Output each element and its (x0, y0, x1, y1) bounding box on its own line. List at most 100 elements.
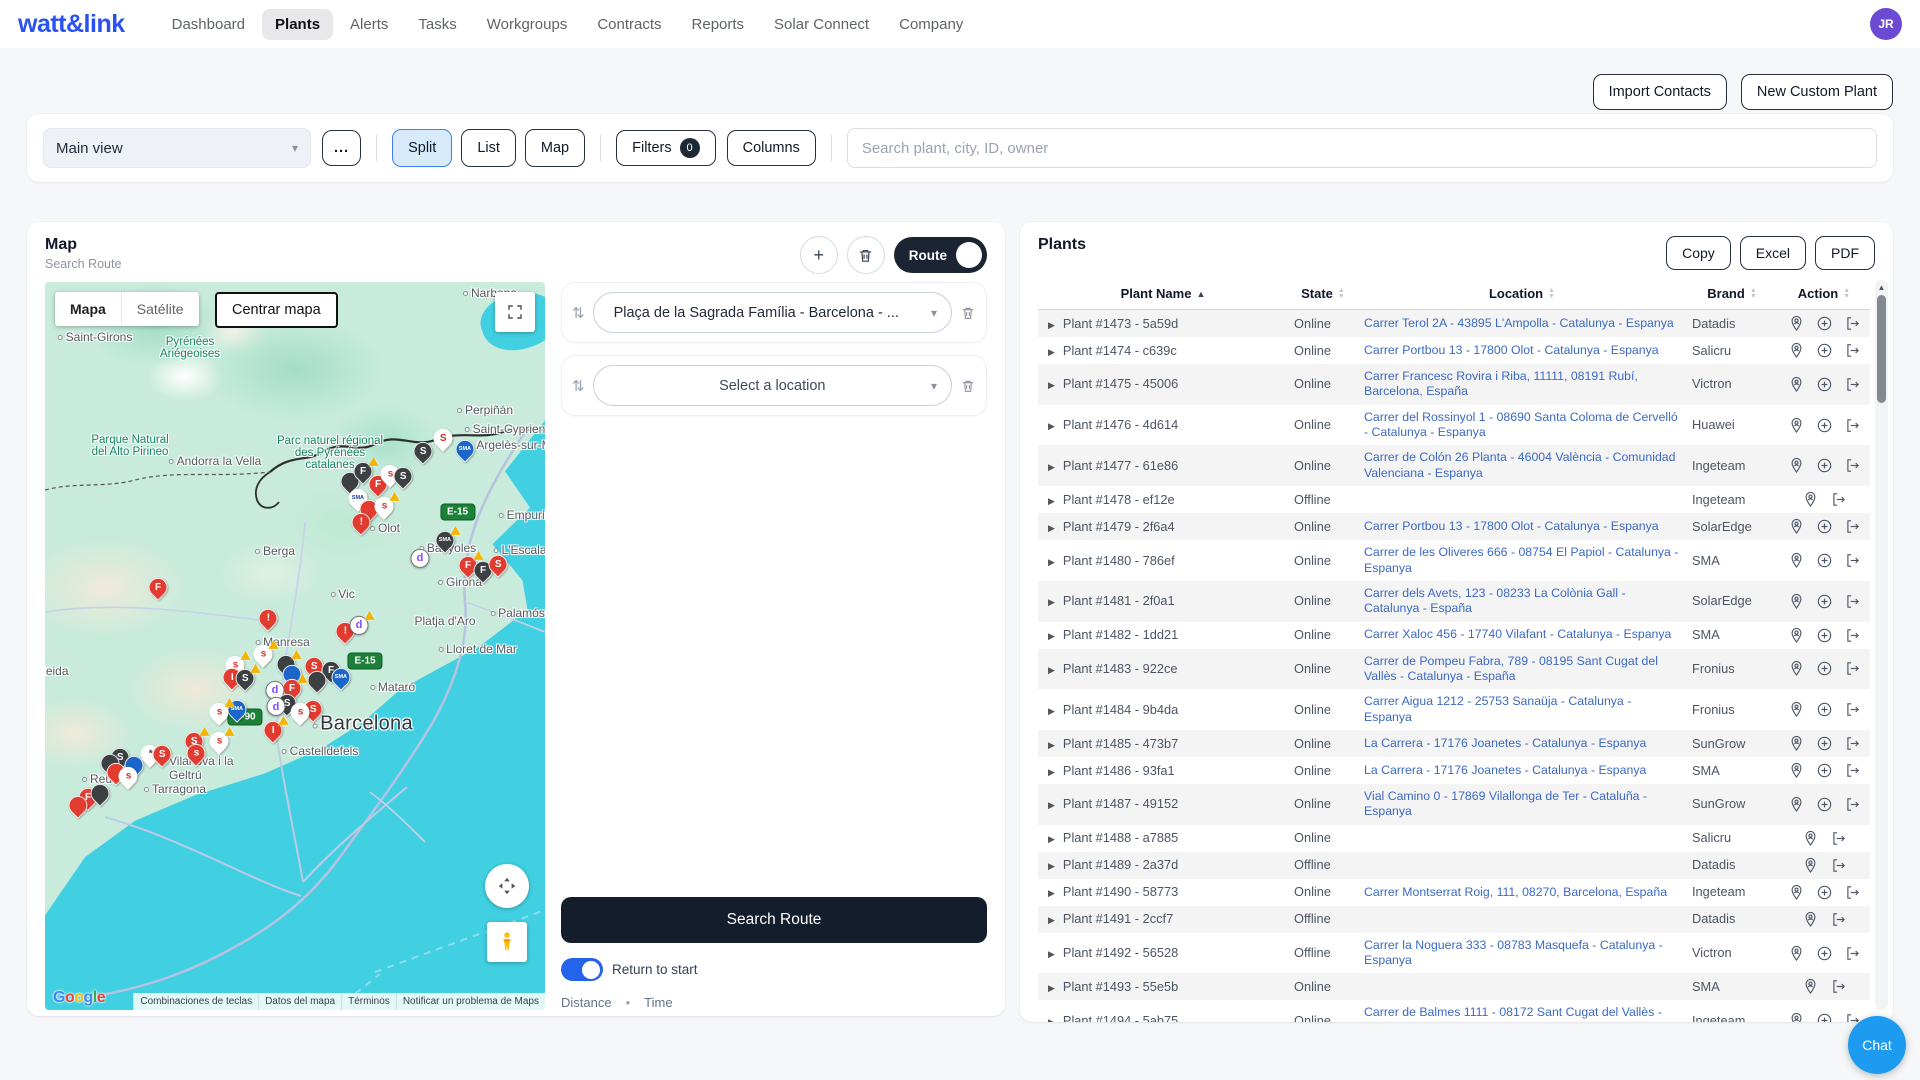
drag-handle-icon[interactable]: ⇅ (572, 377, 585, 395)
table-row[interactable]: ▶Plant #1483 - 922ceOnlineCarrer de Pomp… (1038, 649, 1870, 690)
search-route-button[interactable]: Search Route (561, 897, 987, 943)
add-icon[interactable] (1816, 342, 1833, 359)
open-external-icon[interactable] (1844, 884, 1861, 901)
add-icon[interactable] (1816, 884, 1833, 901)
location-pin-icon[interactable] (1788, 884, 1805, 901)
map-marker[interactable]: SMA (332, 668, 351, 687)
table-row[interactable]: ▶Plant #1475 - 45006OnlineCarrer Frances… (1038, 364, 1870, 405)
nav-item-contracts[interactable]: Contracts (584, 9, 674, 40)
expand-row-icon[interactable]: ▶ (1048, 706, 1055, 716)
expand-row-icon[interactable]: ▶ (1048, 949, 1055, 959)
view-mode-list[interactable]: List (461, 129, 516, 167)
expand-row-icon[interactable]: ▶ (1048, 1017, 1055, 1022)
open-external-icon[interactable] (1844, 518, 1861, 535)
add-icon[interactable] (1816, 701, 1833, 718)
remove-stop-button[interactable] (960, 378, 976, 394)
open-external-icon[interactable] (1844, 660, 1861, 677)
location-pin-icon[interactable] (1788, 518, 1805, 535)
expand-row-icon[interactable]: ▶ (1048, 915, 1055, 925)
expand-row-icon[interactable]: ▶ (1048, 983, 1055, 993)
map-marker[interactable]: S (433, 429, 452, 448)
location-pin-icon[interactable] (1802, 911, 1819, 928)
map-marker[interactable]: ! (258, 609, 277, 628)
pegman-button[interactable] (487, 922, 527, 962)
expand-row-icon[interactable]: ▶ (1048, 665, 1055, 675)
attribution-t-rminos[interactable]: Términos (341, 993, 396, 1010)
open-external-icon[interactable] (1844, 457, 1861, 474)
sort-icon[interactable]: ▲▼ (1750, 288, 1757, 300)
route-stop-select-1[interactable]: Plaça de la Sagrada Família - Barcelona … (593, 292, 952, 333)
route-option-time[interactable]: Time (644, 995, 672, 1010)
nav-item-plants[interactable]: Plants (262, 9, 333, 40)
open-external-icon[interactable] (1830, 857, 1847, 874)
plant-location-link[interactable]: La Carrera - 17176 Joanetes - Catalunya … (1358, 730, 1686, 757)
plant-location-link[interactable]: Carrer Portbou 13 - 17800 Olot - Catalun… (1358, 513, 1686, 540)
open-external-icon[interactable] (1844, 376, 1861, 393)
location-pin-icon[interactable] (1788, 660, 1805, 677)
table-row[interactable]: ▶Plant #1494 - 5ab75OnlineCarrer de Balm… (1038, 1000, 1870, 1022)
open-external-icon[interactable] (1830, 911, 1847, 928)
columns-button[interactable]: Columns (727, 130, 816, 166)
expand-row-icon[interactable]: ▶ (1048, 320, 1055, 330)
expand-row-icon[interactable]: ▶ (1048, 462, 1055, 472)
column-header-state[interactable]: State▲▼ (1288, 278, 1358, 310)
map-marker[interactable]: s (210, 732, 229, 751)
view-select[interactable]: Main view ▾ (43, 128, 311, 168)
open-external-icon[interactable] (1830, 978, 1847, 995)
map-type-mapa[interactable]: Mapa (55, 292, 122, 326)
nav-item-tasks[interactable]: Tasks (405, 9, 469, 40)
open-external-icon[interactable] (1844, 315, 1861, 332)
location-pin-icon[interactable] (1788, 762, 1805, 779)
chat-button[interactable]: Chat (1848, 1016, 1906, 1074)
column-header-brand[interactable]: Brand▲▼ (1686, 278, 1778, 310)
expand-row-icon[interactable]: ▶ (1048, 347, 1055, 357)
table-row[interactable]: ▶Plant #1484 - 9b4daOnlineCarrer Aigua 1… (1038, 689, 1870, 730)
map-marker[interactable]: d (350, 616, 369, 635)
open-external-icon[interactable] (1844, 796, 1861, 813)
location-pin-icon[interactable] (1788, 342, 1805, 359)
table-row[interactable]: ▶Plant #1480 - 786efOnlineCarrer de les … (1038, 540, 1870, 581)
location-pin-icon[interactable] (1802, 857, 1819, 874)
plant-location-link[interactable]: Carrer la Noguera 333 - 08783 Masquefa -… (1358, 933, 1686, 974)
location-pin-icon[interactable] (1788, 945, 1805, 962)
table-row[interactable]: ▶Plant #1481 - 2f0a1OnlineCarrer dels Av… (1038, 581, 1870, 622)
plant-location-link[interactable]: Carrer de Colón 26 Planta - 46004 Valènc… (1358, 445, 1686, 486)
sort-icon[interactable]: ▲▼ (1843, 288, 1850, 300)
plant-location-link[interactable]: Carrer Xaloc 456 - 17740 Vilafant - Cata… (1358, 622, 1686, 649)
add-icon[interactable] (1816, 593, 1833, 610)
location-pin-icon[interactable] (1788, 1012, 1805, 1022)
more-options-button[interactable]: ... (322, 130, 361, 166)
google-map[interactable]: NarbonaSaint-GironsPyrénées AriégeoisesP… (45, 282, 545, 1010)
sort-icon[interactable]: ▲ (1196, 289, 1205, 299)
open-external-icon[interactable] (1844, 945, 1861, 962)
expand-row-icon[interactable]: ▶ (1048, 861, 1055, 871)
map-marker[interactable]: F (148, 578, 167, 597)
location-pin-icon[interactable] (1788, 457, 1805, 474)
open-external-icon[interactable] (1844, 762, 1861, 779)
table-row[interactable]: ▶Plant #1474 - c639cOnlineCarrer Portbou… (1038, 337, 1870, 364)
add-icon[interactable] (1816, 796, 1833, 813)
sort-icon[interactable]: ▲▼ (1338, 288, 1345, 300)
clear-route-button[interactable] (847, 236, 885, 274)
expand-row-icon[interactable]: ▶ (1048, 523, 1055, 533)
map-marker[interactable]: I (264, 721, 283, 740)
nav-item-reports[interactable]: Reports (679, 9, 758, 40)
table-row[interactable]: ▶Plant #1479 - 2f6a4OnlineCarrer Portbou… (1038, 513, 1870, 540)
map-marker[interactable]: ! (352, 512, 371, 531)
expand-row-icon[interactable]: ▶ (1048, 631, 1055, 641)
map-marker[interactable]: s (291, 703, 310, 722)
location-pin-icon[interactable] (1802, 491, 1819, 508)
add-icon[interactable] (1816, 457, 1833, 474)
table-row[interactable]: ▶Plant #1485 - 473b7OnlineLa Carrera - 1… (1038, 730, 1870, 757)
location-pin-icon[interactable] (1788, 701, 1805, 718)
add-icon[interactable] (1816, 552, 1833, 569)
map-marker[interactable]: s (209, 702, 228, 721)
plant-location-link[interactable]: Vial Camino 0 - 17869 Vilallonga de Ter … (1358, 784, 1686, 825)
map-marker[interactable] (91, 784, 110, 803)
table-row[interactable]: ▶Plant #1486 - 93fa1OnlineLa Carrera - 1… (1038, 757, 1870, 784)
open-external-icon[interactable] (1844, 552, 1861, 569)
export-copy-button[interactable]: Copy (1666, 236, 1731, 270)
open-external-icon[interactable] (1830, 491, 1847, 508)
attribution-datos-del-mapa[interactable]: Datos del mapa (258, 993, 341, 1010)
map-marker[interactable]: S (236, 669, 255, 688)
